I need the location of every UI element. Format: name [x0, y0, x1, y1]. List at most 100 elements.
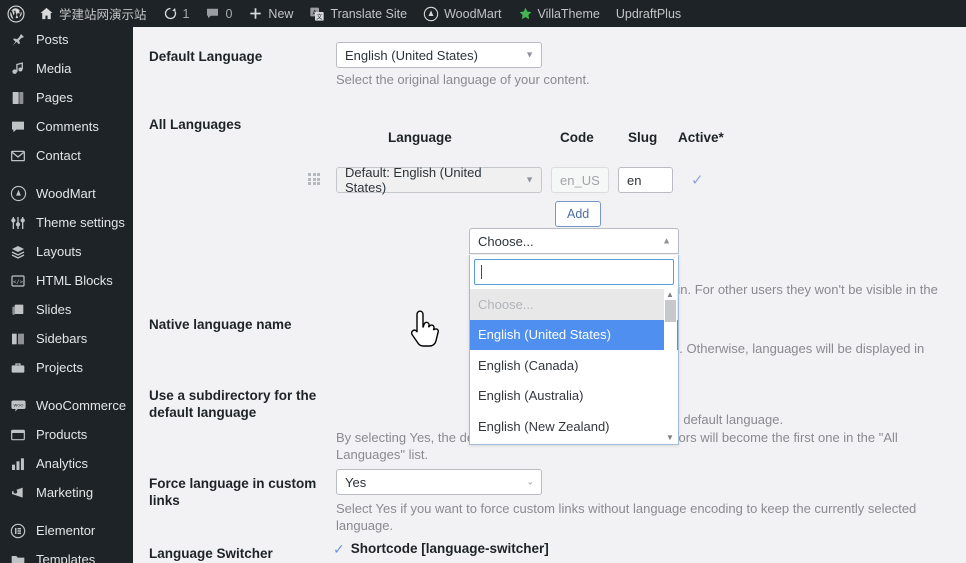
sidebar-item-sidebars[interactable]: Sidebars	[0, 324, 133, 353]
elementor-icon	[9, 522, 27, 540]
subdirectory-label: Use a subdirectory for the default langu…	[149, 387, 324, 421]
row-language-select[interactable]: Default: English (United States) ▼	[336, 167, 542, 193]
chart-icon	[9, 455, 27, 473]
sidebar-item-label: Theme settings	[36, 215, 125, 230]
language-picker-panel: Choose... English (United States) Englis…	[469, 255, 679, 445]
adminbar-villatheme[interactable]: VillaTheme	[510, 0, 608, 27]
adminbar-woodmart[interactable]: WoodMart	[415, 0, 509, 27]
language-picker-dropdown: Choose... ▲ Choose... English (United St…	[469, 228, 679, 254]
sidebar-item-label: Sidebars	[36, 331, 87, 346]
adminbar-woodmart-label: WoodMart	[444, 7, 501, 21]
sidebar-item-projects[interactable]: Projects	[0, 353, 133, 382]
sidebar-item-elementor[interactable]: Elementor	[0, 516, 133, 545]
adminbar-translate-site-label: Translate Site	[330, 7, 407, 21]
language-picker-toggle-label: Choose...	[478, 234, 534, 249]
megaphone-icon	[9, 484, 27, 502]
pin-icon	[9, 31, 27, 49]
admin-bar: 学建站网演示站 1 0 New	[0, 0, 966, 27]
native-language-name-label: Native language name	[149, 316, 329, 333]
sidebar-item-label: Marketing	[36, 485, 93, 500]
language-option-placeholder[interactable]: Choose...	[470, 289, 678, 320]
sidebar-item-contact[interactable]: Contact	[0, 141, 133, 170]
text-cursor	[481, 265, 482, 279]
language-option-en-za[interactable]: English (South Africa)	[470, 442, 678, 445]
adminbar-updates-count: 1	[183, 7, 190, 21]
row-slug-input[interactable]: en	[618, 167, 673, 193]
default-language-label: Default Language	[149, 48, 329, 65]
force-language-select[interactable]: Yes ⌄	[336, 469, 542, 495]
layers-icon	[9, 243, 27, 261]
svg-text:WOO: WOO	[13, 403, 23, 408]
sidebar-item-layouts[interactable]: Layouts	[0, 237, 133, 266]
scrollbar-thumb[interactable]	[665, 300, 676, 322]
sidebar-item-label: HTML Blocks	[36, 273, 113, 288]
language-option-label: Choose...	[478, 297, 534, 312]
default-language-value: English (United States)	[345, 48, 478, 63]
language-picker-scrollbar[interactable]: ▲ ▼	[664, 289, 677, 444]
sidebar-item-media[interactable]: Media	[0, 54, 133, 83]
sidebar-item-label: Contact	[36, 148, 81, 163]
sidebar-separator	[0, 382, 133, 391]
language-switcher-label: Language Switcher	[149, 545, 329, 562]
sidebar-item-label: Projects	[36, 360, 83, 375]
pages-icon	[9, 89, 27, 107]
sidebar-item-products[interactable]: Products	[0, 420, 133, 449]
chevron-down-icon: ▼	[525, 51, 534, 60]
adminbar-translate-site[interactable]: A 文 Translate Site	[301, 0, 415, 27]
row-active-checkmark[interactable]: ✓	[691, 173, 704, 188]
language-switcher-shortcode-row[interactable]: ✓ Shortcode [language-switcher]	[333, 541, 549, 556]
language-option-en-ca[interactable]: English (Canada)	[470, 350, 678, 381]
add-language-button[interactable]: Add	[555, 201, 601, 227]
adminbar-wp-logo[interactable]	[0, 0, 31, 27]
default-language-select[interactable]: English (United States) ▼	[336, 42, 542, 68]
sidebar-item-analytics[interactable]: Analytics	[0, 449, 133, 478]
sidebar-item-theme-settings[interactable]: Theme settings	[0, 208, 133, 237]
scroll-up-icon[interactable]: ▲	[666, 291, 674, 299]
sidebar-item-comments[interactable]: Comments	[0, 112, 133, 141]
chevron-up-icon: ▲	[662, 237, 671, 246]
svg-text:文: 文	[317, 12, 323, 20]
comment-icon	[205, 6, 220, 21]
sidebar-item-label: Analytics	[36, 456, 88, 471]
slides-icon	[9, 301, 27, 319]
sidebar-item-label: Posts	[36, 32, 69, 47]
translate-icon: A 文	[309, 6, 325, 22]
adminbar-villatheme-label: VillaTheme	[538, 7, 600, 21]
language-picker-search-wrap	[470, 255, 678, 285]
sidebar-item-marketing[interactable]: Marketing	[0, 478, 133, 507]
sidebar-item-woocommerce[interactable]: WOO WooCommerce	[0, 391, 133, 420]
adminbar-new-content[interactable]: New	[240, 0, 301, 27]
column-header-slug: Slug	[628, 130, 657, 145]
svg-text:</>: </>	[13, 279, 24, 285]
row-code-input[interactable]: en_US	[551, 167, 609, 193]
sidebar-item-pages[interactable]: Pages	[0, 83, 133, 112]
code-icon: </>	[9, 272, 27, 290]
sidebar-item-posts[interactable]: Posts	[0, 27, 133, 54]
row-drag-handle[interactable]	[308, 173, 320, 185]
row-language-value: Default: English (United States)	[345, 165, 519, 195]
sidebar-item-slides[interactable]: Slides	[0, 295, 133, 324]
sidebar-item-label: Pages	[36, 90, 73, 105]
adminbar-updraftplus[interactable]: UpdraftPlus	[608, 0, 689, 27]
column-header-code: Code	[560, 130, 594, 145]
language-option-en-au[interactable]: English (Australia)	[470, 381, 678, 412]
language-option-en-nz[interactable]: English (New Zealand)	[470, 411, 678, 442]
sidebar-item-templates[interactable]: Templates	[0, 545, 133, 563]
adminbar-site-name[interactable]: 学建站网演示站	[31, 0, 155, 27]
language-picker-options[interactable]: Choose... English (United States) Englis…	[470, 289, 678, 444]
adminbar-comments[interactable]: 0	[197, 0, 240, 27]
language-option-en-us[interactable]: English (United States)	[470, 320, 678, 351]
sidebar-item-woodmart[interactable]: WoodMart	[0, 179, 133, 208]
force-language-value: Yes	[345, 475, 366, 490]
sidebar-item-label: Elementor	[36, 523, 95, 538]
language-picker-search-input[interactable]	[474, 259, 674, 285]
adminbar-new-content-label: New	[268, 7, 293, 21]
adminbar-updates[interactable]: 1	[155, 0, 198, 27]
language-option-label: English (Australia)	[478, 388, 584, 403]
sidebar-item-html-blocks[interactable]: </> HTML Blocks	[0, 266, 133, 295]
language-picker-toggle[interactable]: Choose... ▲	[469, 228, 679, 254]
update-icon	[163, 6, 178, 21]
home-icon	[39, 6, 54, 21]
scroll-down-icon[interactable]: ▼	[666, 434, 674, 442]
sidebar-item-label: Media	[36, 61, 71, 76]
